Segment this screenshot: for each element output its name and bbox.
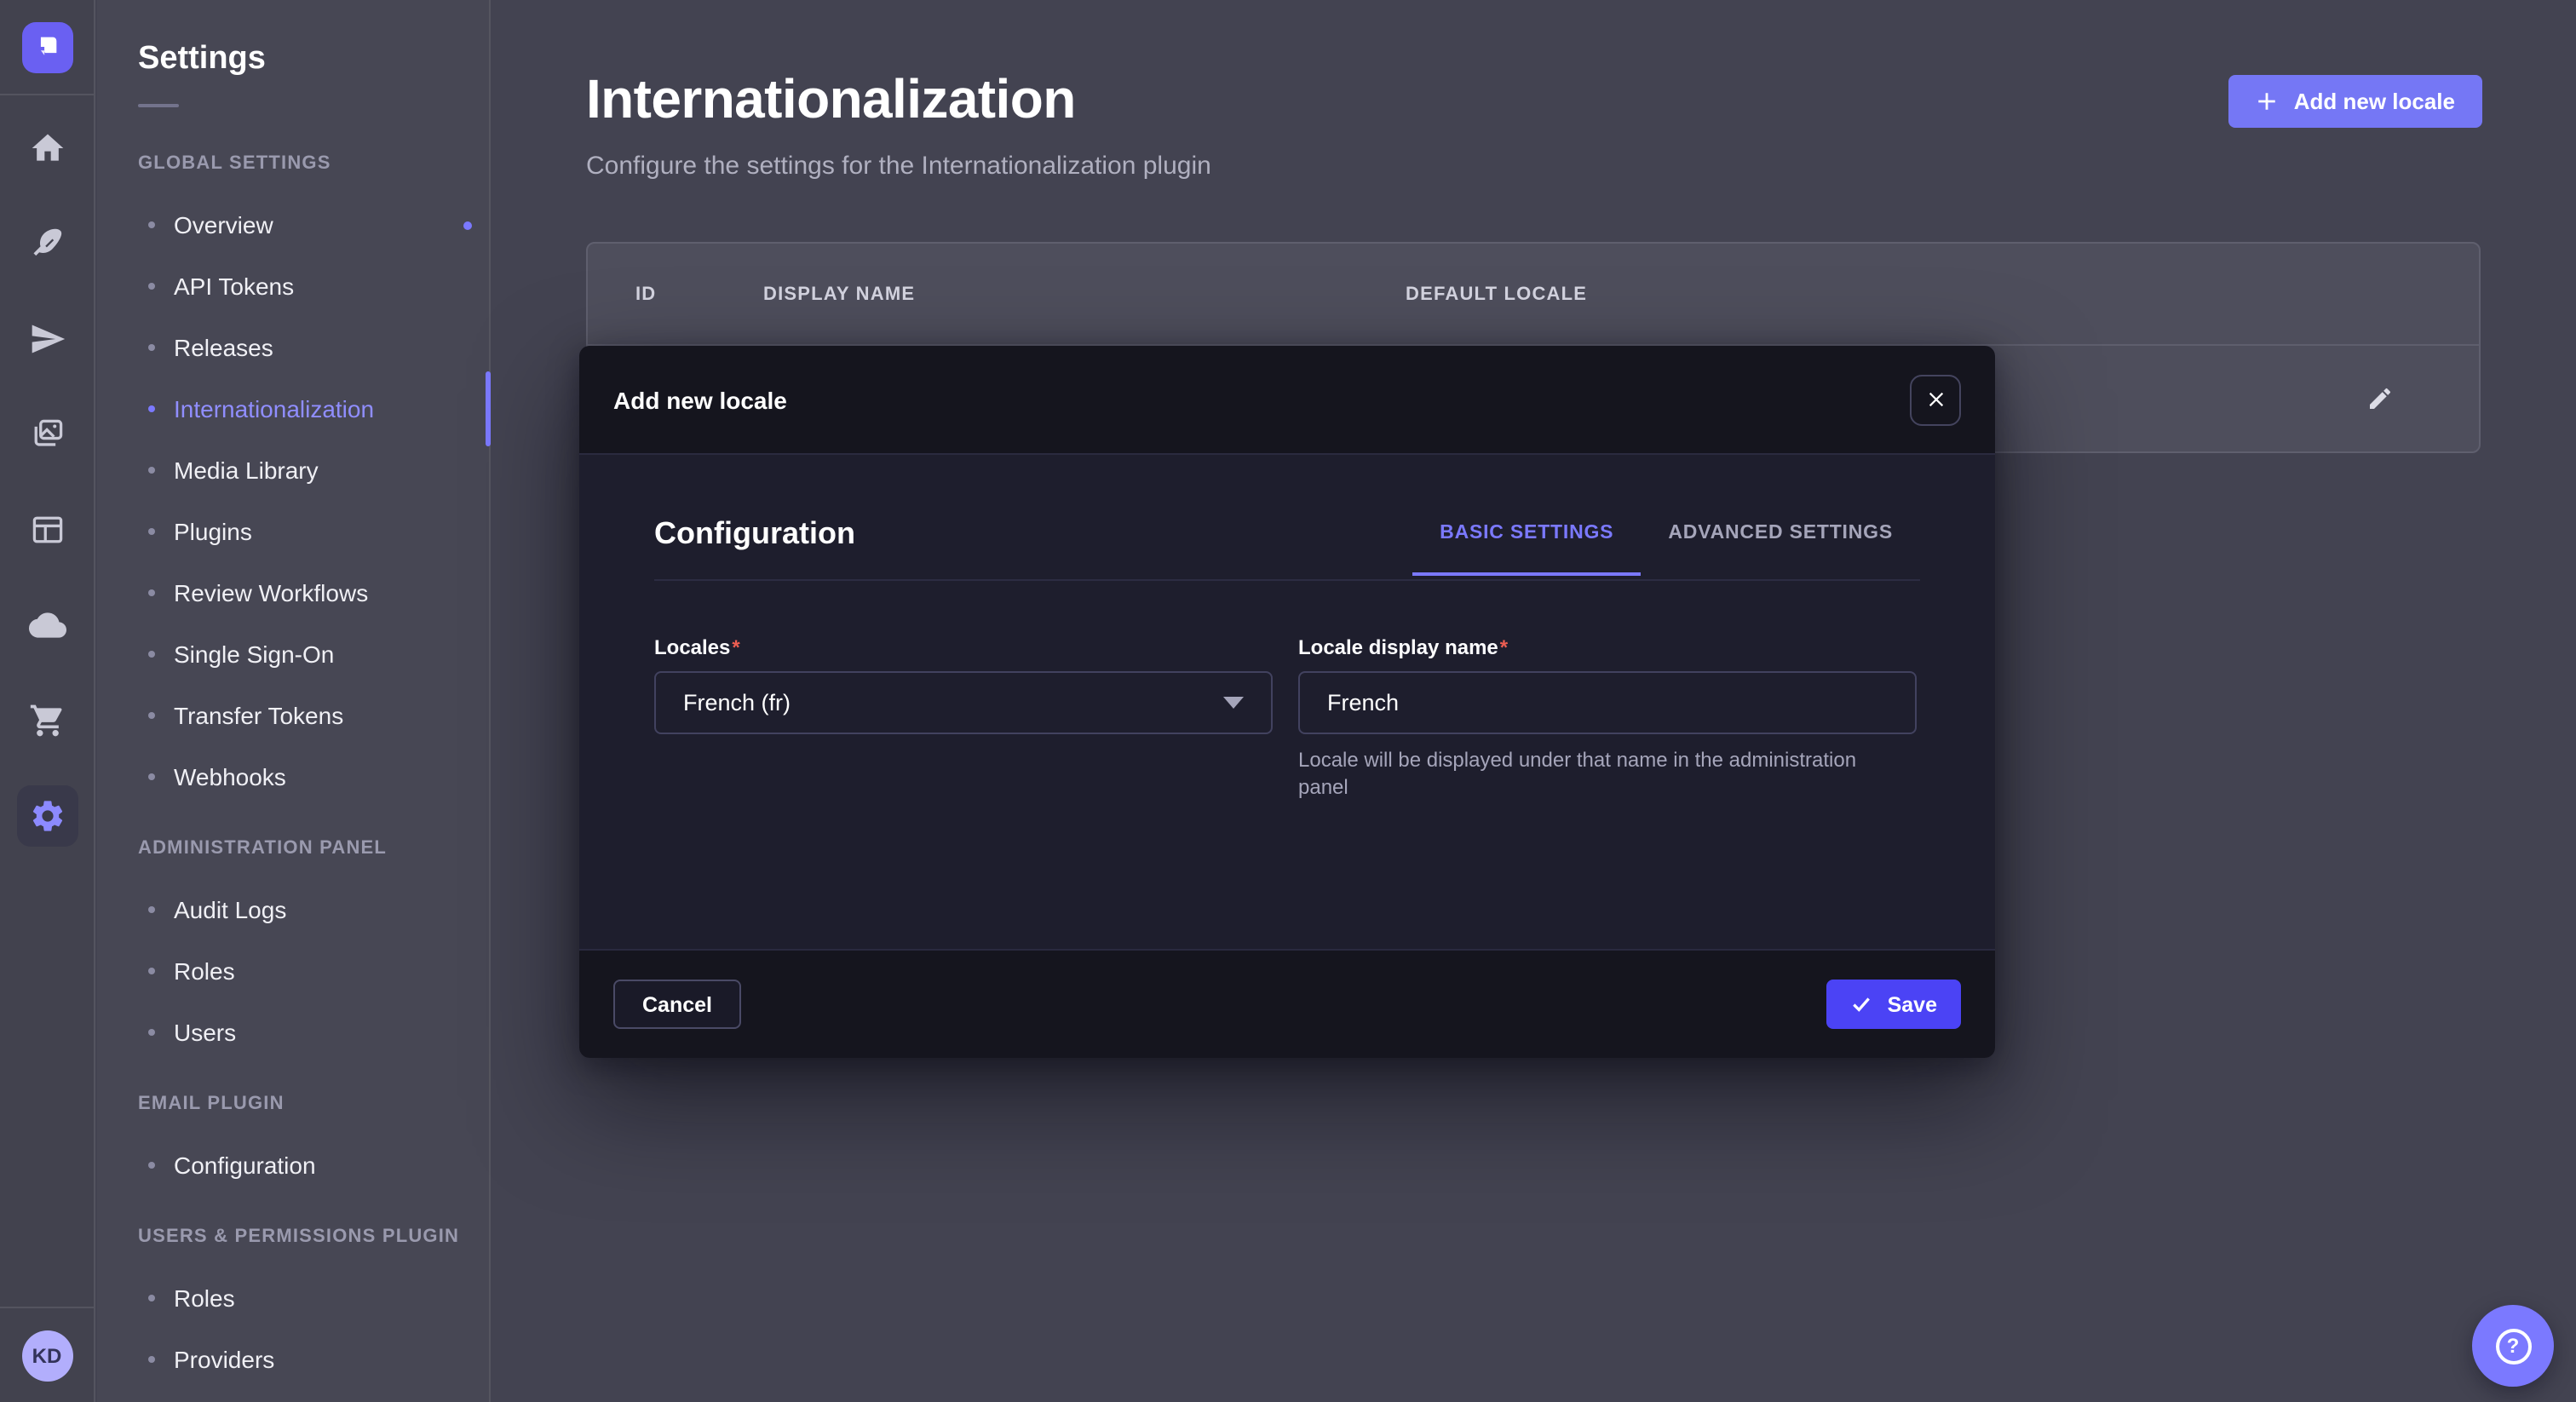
locales-select[interactable]: French (fr) bbox=[654, 671, 1273, 734]
releases-send-icon[interactable] bbox=[16, 308, 78, 370]
bullet-icon bbox=[148, 1029, 155, 1036]
display-name-field: Locale display name* French Locale will … bbox=[1298, 635, 1917, 801]
section-global-settings: GLOBAL SETTINGS bbox=[97, 133, 489, 194]
sidebar-item-plugins[interactable]: Plugins bbox=[97, 501, 489, 562]
settings-gear-icon[interactable] bbox=[16, 785, 78, 847]
strapi-logo-icon bbox=[21, 21, 72, 72]
sidebar-item-media-library[interactable]: Media Library bbox=[97, 440, 489, 501]
sidebar-item-users[interactable]: Users bbox=[97, 1002, 489, 1063]
add-new-locale-button[interactable]: Add new locale bbox=[2229, 75, 2482, 128]
pencil-icon bbox=[2366, 385, 2394, 412]
bullet-icon bbox=[148, 467, 155, 474]
column-id: ID bbox=[635, 284, 763, 304]
table-header-row: ID DISPLAY NAME DEFAULT LOCALE bbox=[588, 244, 2479, 346]
section-administration-panel: ADMINISTRATION PANEL bbox=[97, 818, 489, 879]
media-library-images-icon[interactable] bbox=[16, 404, 78, 465]
help-button[interactable]: ? bbox=[2472, 1305, 2554, 1387]
workspace-logo-box[interactable] bbox=[0, 0, 94, 95]
sidebar-item-internationalization[interactable]: Internationalization bbox=[97, 378, 489, 440]
bullet-icon bbox=[148, 221, 155, 228]
sidebar-item-api-tokens[interactable]: API Tokens bbox=[97, 256, 489, 317]
active-indicator-bar bbox=[486, 371, 491, 446]
sidebar-item-webhooks[interactable]: Webhooks bbox=[97, 746, 489, 807]
display-name-hint: Locale will be displayed under that name… bbox=[1298, 746, 1886, 801]
sidebar-item-admin-roles[interactable]: Roles bbox=[97, 940, 489, 1002]
avatar[interactable]: KD bbox=[21, 1330, 72, 1381]
bullet-icon bbox=[148, 1295, 155, 1301]
modal-header: Add new locale bbox=[579, 346, 1995, 455]
close-modal-button[interactable] bbox=[1910, 374, 1961, 425]
help-question-icon: ? bbox=[2495, 1328, 2531, 1364]
tab-basic-settings[interactable]: BASIC SETTINGS bbox=[1412, 522, 1641, 575]
bullet-icon bbox=[148, 344, 155, 351]
sidebar-item-audit-logs[interactable]: Audit Logs bbox=[97, 879, 489, 940]
deploy-cloud-icon[interactable] bbox=[16, 595, 78, 656]
content-manager-feather-icon[interactable] bbox=[16, 213, 78, 274]
sidebar-item-review-workflows[interactable]: Review Workflows bbox=[97, 562, 489, 623]
sidebar-nav: GLOBAL SETTINGS Overview API Tokens Rele… bbox=[97, 133, 489, 1390]
user-avatar-box: KD bbox=[0, 1307, 94, 1402]
bullet-icon bbox=[148, 773, 155, 780]
column-display-name: DISPLAY NAME bbox=[763, 284, 1406, 304]
content-type-builder-layout-icon[interactable] bbox=[16, 499, 78, 560]
sidebar-item-transfer-tokens[interactable]: Transfer Tokens bbox=[97, 685, 489, 746]
strapi-settings-page: KD Settings GLOBAL SETTINGS Overview API… bbox=[0, 0, 2576, 1402]
bullet-icon bbox=[148, 651, 155, 658]
bullet-icon bbox=[148, 405, 155, 412]
bullet-icon bbox=[148, 589, 155, 596]
bullet-icon bbox=[148, 906, 155, 913]
bullet-icon bbox=[148, 283, 155, 290]
sidebar-title-divider bbox=[138, 104, 179, 107]
section-email-plugin: EMAIL PLUGIN bbox=[97, 1073, 489, 1135]
configuration-heading: Configuration bbox=[654, 516, 855, 579]
marketplace-cart-icon[interactable] bbox=[16, 690, 78, 751]
sidebar-title: Settings bbox=[138, 41, 448, 78]
edit-locale-button[interactable] bbox=[2356, 375, 2404, 422]
bullet-icon bbox=[148, 528, 155, 535]
bullet-icon bbox=[148, 968, 155, 974]
settings-tabs: BASIC SETTINGS ADVANCED SETTINGS bbox=[1412, 522, 1920, 573]
settings-sidebar: Settings GLOBAL SETTINGS Overview API To… bbox=[97, 0, 491, 1402]
modal-body: Configuration BASIC SETTINGS ADVANCED SE… bbox=[579, 455, 1995, 949]
notification-dot bbox=[463, 221, 472, 229]
column-default-locale: DEFAULT LOCALE bbox=[1406, 284, 1587, 304]
required-asterisk: * bbox=[1500, 635, 1508, 659]
add-new-locale-modal: Add new locale Configuration BASIC SETTI… bbox=[579, 346, 1995, 1058]
check-icon bbox=[1850, 993, 1872, 1015]
display-name-label: Locale display name* bbox=[1298, 635, 1917, 659]
tab-advanced-settings[interactable]: ADVANCED SETTINGS bbox=[1641, 522, 1920, 575]
bullet-icon bbox=[148, 1162, 155, 1169]
bullet-icon bbox=[148, 712, 155, 719]
icon-rail: KD bbox=[0, 0, 95, 1402]
section-users-permissions-plugin: USERS & PERMISSIONS PLUGIN bbox=[97, 1206, 489, 1267]
display-name-input[interactable]: French bbox=[1298, 671, 1917, 734]
locales-label: Locales* bbox=[654, 635, 1273, 659]
plus-icon bbox=[2257, 90, 2279, 112]
modal-title: Add new locale bbox=[613, 386, 787, 413]
cancel-button[interactable]: Cancel bbox=[613, 980, 741, 1029]
required-asterisk: * bbox=[732, 635, 739, 659]
sidebar-item-single-sign-on[interactable]: Single Sign-On bbox=[97, 623, 489, 685]
sidebar-item-up-roles[interactable]: Roles bbox=[97, 1267, 489, 1329]
sidebar-item-providers[interactable]: Providers bbox=[97, 1329, 489, 1390]
chevron-down-icon bbox=[1223, 697, 1244, 709]
sidebar-item-email-configuration[interactable]: Configuration bbox=[97, 1135, 489, 1196]
modal-footer: Cancel Save bbox=[579, 949, 1995, 1058]
sidebar-item-overview[interactable]: Overview bbox=[97, 194, 489, 256]
page-subtitle: Configure the settings for the Internati… bbox=[586, 152, 2482, 181]
sidebar-item-releases[interactable]: Releases bbox=[97, 317, 489, 378]
close-icon bbox=[1926, 390, 1945, 409]
save-button[interactable]: Save bbox=[1826, 980, 1961, 1029]
locales-field: Locales* French (fr) bbox=[654, 635, 1273, 801]
page-title: Internationalization bbox=[586, 68, 2482, 131]
bullet-icon bbox=[148, 1356, 155, 1363]
home-icon[interactable] bbox=[16, 118, 78, 179]
